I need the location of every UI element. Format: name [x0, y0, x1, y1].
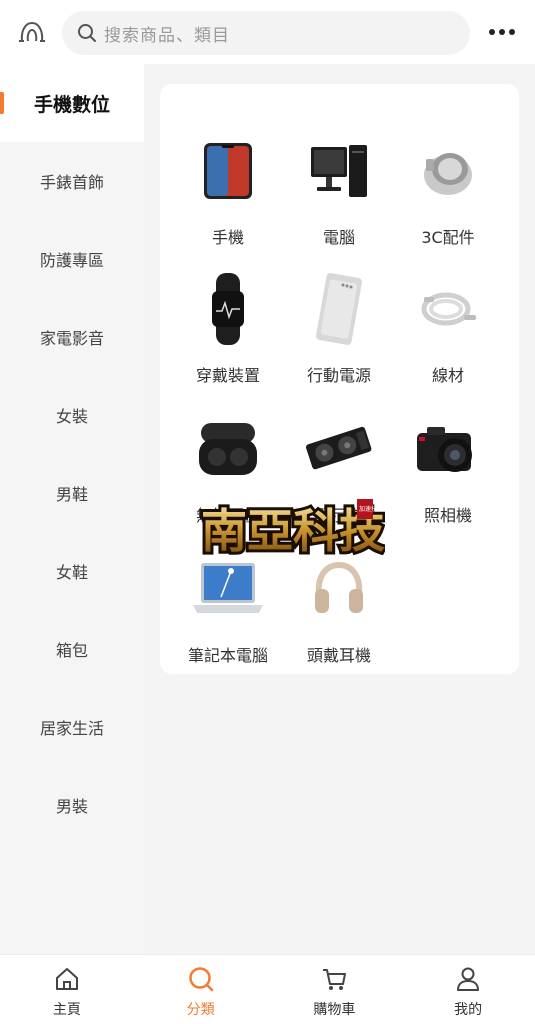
subcategory-phone[interactable]: 手機 — [176, 132, 280, 252]
subcategory-label: 行動電源 — [306, 366, 371, 385]
home-icon — [51, 963, 83, 995]
subcategory-cables[interactable]: 線材 — [396, 270, 500, 390]
sidebar-item-watches-jewelry[interactable]: 手錶首飾 — [0, 142, 144, 220]
subcategory-label: 3C配件 — [421, 228, 475, 247]
subcategory-wearables[interactable]: 穿戴裝置 — [176, 270, 280, 390]
category-sidebar: 手機數位 手錶首飾 防護專區 家電影音 女裝 男鞋 女鞋 箱包 居家生活 男裝 — [0, 64, 144, 954]
subcategory-label: 照相機 — [423, 506, 472, 525]
desktop-computer-image — [300, 132, 378, 210]
subcategory-label: 線材 — [431, 366, 464, 385]
sidebar-item-bags[interactable]: 箱包 — [0, 610, 144, 688]
subcategory-label: 手機 — [211, 228, 244, 247]
subcategory-label: 筆記本電腦 — [187, 646, 268, 665]
sidebar-item-appliances-av[interactable]: 家電影音 — [0, 298, 144, 376]
lens-accessory-image — [409, 132, 487, 210]
brand-banner-overlay: 南亞科技 南亞科技 加速技术 — [193, 495, 388, 561]
cable-image — [409, 270, 487, 348]
category-search-icon — [185, 963, 217, 995]
bottom-navigation: 主頁 分類 購物車 我的 — [0, 954, 535, 1024]
search-icon — [76, 22, 98, 44]
graphics-card-image — [300, 410, 378, 488]
subcategory-card: 手機 電腦 3C配件 穿戴裝置 行動電源 線材 無線耳機 顯示卡 照相機 筆記本… — [160, 84, 519, 674]
subcategory-3c-accessories[interactable]: 3C配件 — [396, 132, 500, 252]
search-placeholder: 搜索商品、類目 — [104, 25, 230, 46]
profile-icon — [452, 963, 484, 995]
nav-home[interactable]: 主頁 — [0, 955, 134, 1024]
sidebar-item-womens-shoes[interactable]: 女鞋 — [0, 532, 144, 610]
smartphone-image — [189, 132, 267, 210]
sidebar-item-protection[interactable]: 防護專區 — [0, 220, 144, 298]
laptop-image — [189, 550, 267, 628]
sidebar-item-home-living[interactable]: 居家生活 — [0, 688, 144, 766]
search-bar[interactable]: 搜索商品、類目 — [62, 11, 470, 55]
banner-small-text: 加速技术 — [359, 505, 383, 513]
nav-category[interactable]: 分類 — [134, 955, 268, 1024]
smart-band-image — [189, 270, 267, 348]
subcategory-computer[interactable]: 電腦 — [287, 132, 391, 252]
subcategory-laptop[interactable]: 筆記本電腦 — [176, 550, 280, 670]
nav-label: 分類 — [186, 1002, 215, 1018]
top-header: 搜索商品、類目 — [0, 0, 535, 64]
subcategory-label: 電腦 — [322, 228, 355, 247]
nav-cart[interactable]: 購物車 — [268, 955, 402, 1024]
camera-image — [409, 410, 487, 488]
wireless-earbuds-image — [189, 410, 267, 488]
subcategory-label: 穿戴裝置 — [195, 366, 260, 385]
octopus-logo-icon[interactable] — [14, 14, 50, 50]
nav-label: 主頁 — [52, 1002, 81, 1018]
sidebar-item-mens-clothing[interactable]: 男裝 — [0, 766, 144, 844]
sidebar-item-phones-digital[interactable]: 手機數位 — [0, 64, 144, 142]
nav-profile[interactable]: 我的 — [401, 955, 535, 1024]
subcategory-headphones[interactable]: 頭戴耳機 — [287, 550, 391, 670]
nav-label: 購物車 — [313, 1002, 356, 1018]
power-bank-image — [300, 270, 378, 348]
more-dots-icon[interactable] — [487, 21, 517, 43]
cart-icon — [318, 963, 350, 995]
subcategory-power-bank[interactable]: 行動電源 — [287, 270, 391, 390]
nav-label: 我的 — [454, 1002, 483, 1018]
headphones-image — [300, 550, 378, 628]
subcategory-label: 頭戴耳機 — [306, 646, 371, 665]
sidebar-item-womens-clothing[interactable]: 女裝 — [0, 376, 144, 454]
subcategory-camera[interactable]: 照相機 — [396, 410, 500, 530]
sidebar-item-mens-shoes[interactable]: 男鞋 — [0, 454, 144, 532]
